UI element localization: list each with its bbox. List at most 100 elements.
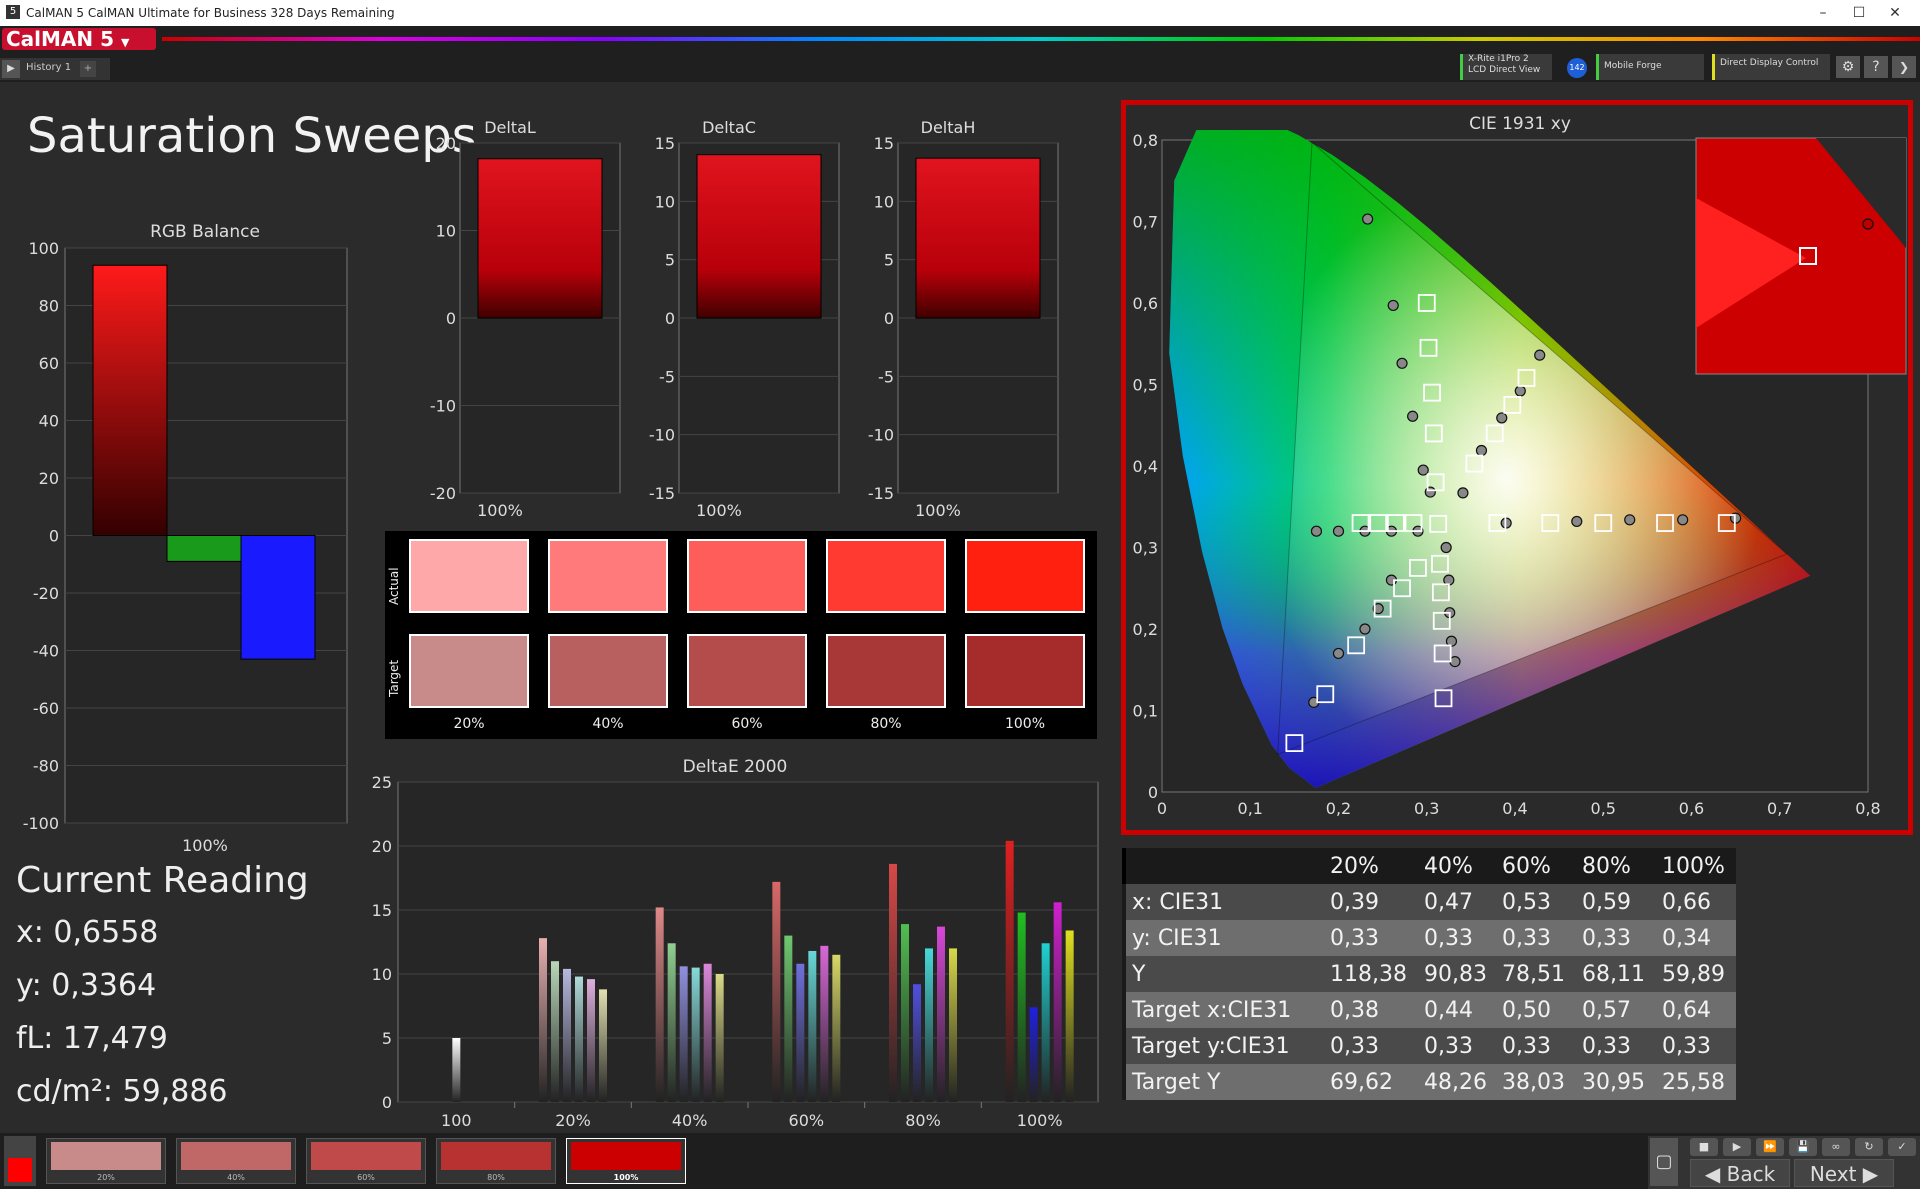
cie-measured-point xyxy=(1310,525,1323,537)
table-header: 80% xyxy=(1582,853,1631,879)
target-swatch xyxy=(687,634,807,708)
deltae-tick-label: 20 xyxy=(372,837,392,856)
back-button[interactable]: ◀ Back xyxy=(1690,1159,1790,1187)
swatch-label: 40% xyxy=(592,716,624,732)
sweep-step-color xyxy=(571,1142,681,1170)
table-cell: 0,59 xyxy=(1582,889,1631,915)
actual-swatch xyxy=(409,539,529,613)
sweep-step-button[interactable]: 60% xyxy=(306,1138,426,1184)
table-cell: 118,38 xyxy=(1330,961,1407,987)
rgb-tick-label: 40 xyxy=(39,412,59,431)
table-cell: 0,39 xyxy=(1330,889,1379,915)
sweep-step-color xyxy=(441,1142,551,1170)
actual-swatch xyxy=(965,539,1085,613)
delta-tick-label: -10 xyxy=(649,426,675,445)
sweep-step-button[interactable]: 100% xyxy=(566,1138,686,1184)
cie-x-tick: 0,3 xyxy=(1414,799,1439,818)
refresh-icon[interactable]: ↻ xyxy=(1855,1138,1883,1156)
table-cell: 90,83 xyxy=(1424,961,1487,987)
cie-measured-point xyxy=(1332,525,1345,537)
rgb-bar-blue xyxy=(240,535,316,660)
help-icon[interactable]: ? xyxy=(1864,56,1888,78)
skip-icon[interactable]: ⏩ xyxy=(1756,1138,1784,1156)
gear-icon[interactable]: ⚙ xyxy=(1836,56,1860,78)
back-label: Back xyxy=(1726,1162,1776,1186)
save-icon[interactable]: 💾 xyxy=(1789,1138,1817,1156)
actual-swatch xyxy=(548,539,668,613)
target-row-label: Target xyxy=(387,659,401,697)
cie-y-tick: 0,5 xyxy=(1133,376,1158,395)
delta-bar xyxy=(696,154,822,319)
cie-x-tick: 0,8 xyxy=(1855,799,1880,818)
pattern-generator-name: Mobile Forge xyxy=(1604,61,1662,71)
window-title-bar: 5 CalMAN 5 CalMAN Ultimate for Business … xyxy=(0,0,1920,26)
cie-x-tick: 0,1 xyxy=(1238,799,1263,818)
cie-x-tick: 0,2 xyxy=(1326,799,1351,818)
table-row: x: CIE31 0,39 0,47 0,53 0,59 0,66 xyxy=(1122,884,1736,920)
pattern-generator-selector[interactable]: Mobile Forge xyxy=(1596,54,1704,80)
sweep-step-button[interactable]: 20% xyxy=(46,1138,166,1184)
data-table: 20% 40% 60% 80% 100% x: CIE31 0,39 0,47 0,5… xyxy=(1122,848,1736,1100)
rgb-tick-label: 80 xyxy=(39,297,59,316)
delta-bar xyxy=(477,158,603,319)
meter-device-selector[interactable]: X-Rite i1Pro 2 LCD Direct View xyxy=(1460,54,1552,80)
swatch-label: 80% xyxy=(870,716,902,732)
display-control-selector[interactable]: Direct Display Control xyxy=(1712,54,1830,80)
meter-device-mode: LCD Direct View xyxy=(1468,65,1541,75)
sweep-step-label: 40% xyxy=(227,1173,245,1182)
sweep-step-button[interactable]: 80% xyxy=(436,1138,556,1184)
cie-y-tick: 0,6 xyxy=(1133,294,1158,313)
deltae-bar xyxy=(772,881,781,1102)
deltae-x-label: 20% xyxy=(555,1111,591,1130)
play-icon[interactable]: ▶ xyxy=(2,60,20,78)
table-cell: 0,66 xyxy=(1662,889,1711,915)
loop-icon[interactable]: ∞ xyxy=(1822,1138,1850,1156)
play-icon[interactable]: ▶ xyxy=(1723,1138,1751,1156)
delta-tick-label: 0 xyxy=(884,309,894,328)
maximize-icon[interactable]: ☐ xyxy=(1842,2,1876,24)
stop-record-icon[interactable]: ■ xyxy=(1690,1138,1718,1156)
current-reading-title: Current Reading xyxy=(16,860,309,901)
table-row: Target y:CIE31 0,33 0,33 0,33 0,33 0,33 xyxy=(1122,1028,1736,1064)
deltae-bar xyxy=(599,989,607,1102)
add-tab-icon[interactable]: + xyxy=(80,61,96,77)
delta-tick-label: 10 xyxy=(874,192,894,211)
cie-measured-point xyxy=(1571,515,1583,528)
deltae-x-label: 80% xyxy=(905,1111,941,1130)
sweep-step-label: 60% xyxy=(357,1173,375,1182)
rgb-tick-label: -60 xyxy=(33,699,59,718)
deltae-x-label: 60% xyxy=(789,1111,825,1130)
target-swatch xyxy=(548,634,668,708)
table-cell: 0,53 xyxy=(1502,889,1551,915)
rgb-balance-chart: 100 80 60 40 20 0 -20 -40 -60 -80 -100 100% xyxy=(23,239,348,854)
table-row: Target Y 69,62 48,26 38,03 30,95 25,58 xyxy=(1122,1064,1736,1100)
deltae-bar xyxy=(539,938,547,1102)
deltae-bar xyxy=(551,961,559,1102)
sweep-step-button[interactable]: 40% xyxy=(176,1138,296,1184)
target-swatch xyxy=(409,634,529,708)
brand-menu-button[interactable]: CalMAN 5 ▼ xyxy=(2,28,156,50)
rgb-bar-green xyxy=(166,535,242,562)
cie-measured-point xyxy=(1624,514,1636,526)
delta-charts: DeltaL 20 10 0 -10 -20 100% DeltaC 15 10 5 0 -5 -10 -1… xyxy=(430,118,1059,520)
deltae-bar xyxy=(937,926,945,1102)
table-cell: 0,64 xyxy=(1662,997,1711,1023)
deltae-bar xyxy=(832,954,841,1102)
next-button[interactable]: Next ▶ xyxy=(1794,1159,1894,1187)
chevron-right-icon[interactable]: ❯ xyxy=(1892,56,1916,78)
reading-fl: fL: 17,479 xyxy=(16,1021,168,1056)
deltae-bar xyxy=(1065,930,1074,1102)
deltae-chart: 25 20 15 10 5 0 100 20% 40% 60% 80% 100% xyxy=(372,773,1099,1130)
table-cell: 0,57 xyxy=(1582,997,1631,1023)
cie-y-tick: 0,2 xyxy=(1133,620,1158,639)
check-icon[interactable]: ✓ xyxy=(1888,1138,1916,1156)
deltae-x-label: 100% xyxy=(1017,1111,1063,1130)
history-tab[interactable]: History 1 xyxy=(26,62,71,73)
close-icon[interactable]: ✕ xyxy=(1878,2,1912,24)
minimize-icon[interactable]: – xyxy=(1806,2,1840,24)
actual-swatch xyxy=(687,539,807,613)
stop-icon[interactable]: ▢ xyxy=(1650,1138,1678,1186)
cie-x-tick: 0 xyxy=(1157,799,1167,818)
cie-y-tick: 0,4 xyxy=(1133,457,1158,476)
sweep-step-color xyxy=(181,1142,291,1170)
